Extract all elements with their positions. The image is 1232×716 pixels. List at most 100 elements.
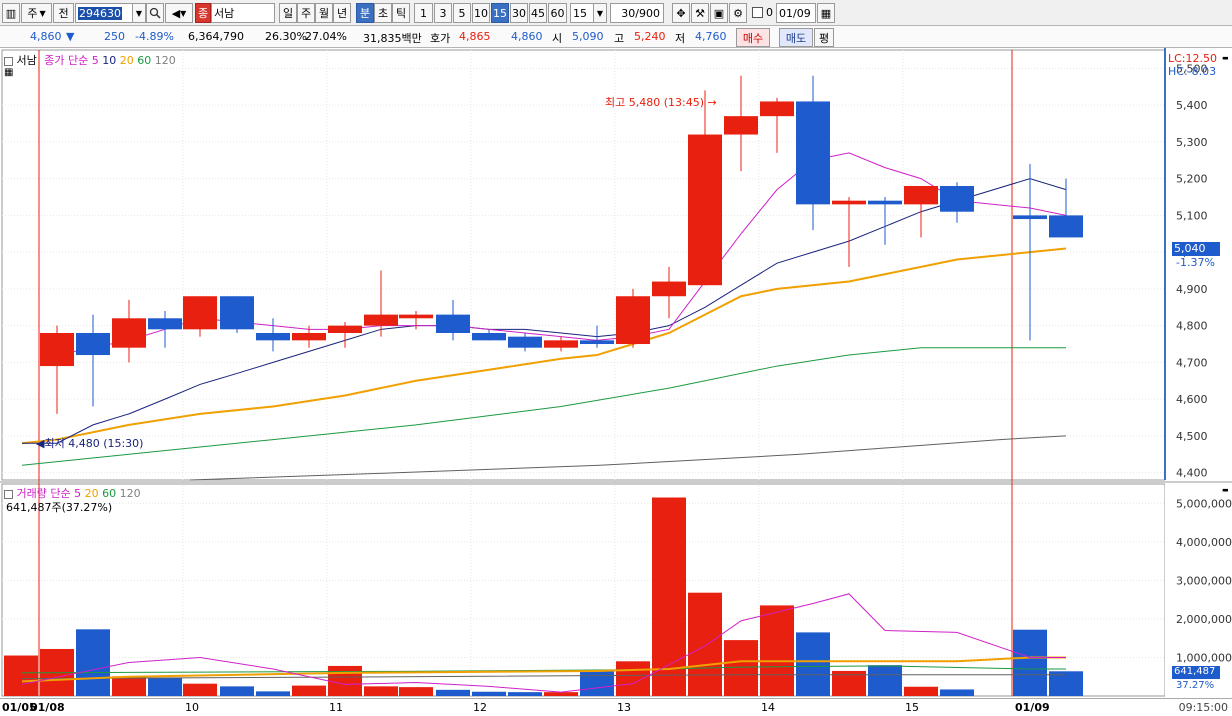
price-tick-4: 4,800 <box>1176 320 1208 333</box>
x-label-6: 14 <box>761 701 775 714</box>
code-dropdown-icon[interactable]: ▼ <box>132 3 146 23</box>
current-price-tag: 5,040 <box>1172 242 1220 256</box>
interval-button-1[interactable]: 1 <box>414 3 433 23</box>
interval-button-60[interactable]: 60 <box>548 3 567 23</box>
crosshair-icon[interactable]: ✥ <box>672 3 690 23</box>
current-pct-tag: -1.37% <box>1176 256 1215 269</box>
stock-label: 서남 <box>16 54 37 67</box>
gear-icon[interactable]: ⚙ <box>729 3 747 23</box>
panel-toggle-icon[interactable] <box>4 56 13 66</box>
price-tick-7: 5,100 <box>1176 209 1208 222</box>
volume-tick-1: 2,000,000 <box>1176 613 1232 626</box>
bid-value: 4,860 <box>511 30 543 43</box>
open-label: 시 <box>552 32 563 45</box>
amount-value: 31,835백만 <box>363 32 422 45</box>
volume-bar-3 <box>112 676 146 696</box>
interval-button-5[interactable]: 5 <box>453 3 471 23</box>
volume-bar-11 <box>399 687 433 696</box>
volume-panel-collapse-icon[interactable]: ▬ <box>1222 486 1230 494</box>
candle-body-17 <box>652 281 686 297</box>
period-button-1[interactable]: 주 <box>297 3 315 23</box>
buy-button[interactable]: 매수 <box>736 28 770 47</box>
interval-dropdown-icon[interactable]: ▼ <box>593 3 607 23</box>
candle-body-23 <box>868 200 902 205</box>
x-label-4: 12 <box>473 701 487 714</box>
interval-button-45[interactable]: 45 <box>529 3 547 23</box>
price-panel-collapse-icon[interactable]: ▬ <box>1222 54 1230 62</box>
period-button-5[interactable]: 초 <box>374 3 392 23</box>
interval-button-10[interactable]: 10 <box>472 3 490 23</box>
candle-body-6 <box>256 332 290 341</box>
candle-body-10 <box>399 314 433 319</box>
candle-body-24 <box>904 185 938 205</box>
price-chart[interactable]: 4,4004,5004,6004,7004,8004,9005,0005,100… <box>0 48 1232 716</box>
ask-value: 4,865 <box>459 30 491 43</box>
calendar-icon[interactable]: ▦ <box>817 3 835 23</box>
sell-button[interactable]: 매도 <box>779 28 813 47</box>
price-tick-0: 4,400 <box>1176 467 1208 480</box>
change-arrow-icon: ▼ <box>66 30 75 43</box>
candle-16 <box>616 288 650 348</box>
price-tick-3: 4,700 <box>1176 356 1208 369</box>
stock-name-field[interactable]: 서남 <box>211 3 275 23</box>
speaker-icon[interactable]: ◀ ▼ <box>165 3 193 23</box>
price-type-button[interactable]: 전 <box>53 3 74 23</box>
volume-info: 641,487주(37.27%) <box>6 501 113 514</box>
volume-bar-22 <box>796 632 830 696</box>
current-price: 4,860 <box>30 30 62 43</box>
save-icon[interactable]: ▣ <box>710 3 728 23</box>
low-annotation: ◀최저 4,480 (15:30) <box>36 437 144 450</box>
period-button-6[interactable]: 틱 <box>392 3 410 23</box>
price-tick-8: 5,200 <box>1176 173 1208 186</box>
low-label: 저 <box>675 32 686 45</box>
volume-bar-7 <box>256 691 290 696</box>
candle-body-19 <box>724 116 758 135</box>
search-icon[interactable] <box>146 3 164 23</box>
candle-body-11 <box>436 314 470 333</box>
volume-bar-25 <box>904 686 938 696</box>
price-tick-5: 4,900 <box>1176 283 1208 296</box>
interval-button-15[interactable]: 15 <box>491 3 509 23</box>
interval-button-30[interactable]: 30 <box>510 3 528 23</box>
interval-select[interactable]: 15 <box>570 3 594 23</box>
stock-code-input[interactable]: 294630 <box>75 3 133 23</box>
price-plot-area <box>1 49 1166 481</box>
period-button-3[interactable]: 년 <box>333 3 351 23</box>
ma-label: 종가 단순 <box>44 54 89 67</box>
ratio-pct: 27.04% <box>305 30 347 43</box>
candle-body-18 <box>688 134 722 286</box>
volume-tick-2: 3,000,000 <box>1176 574 1232 587</box>
change-pct: -4.89% <box>135 30 174 43</box>
count-field[interactable]: 30/900 <box>610 3 664 23</box>
ma-period-60: 60 <box>137 54 152 67</box>
price-tick-1: 4,500 <box>1176 430 1208 443</box>
volume-bar-24 <box>868 665 902 696</box>
checkbox[interactable] <box>752 7 763 18</box>
ask-label: 호가 <box>430 32 451 45</box>
high-annotation: 최고 5,480 (13:45) → <box>605 96 717 109</box>
volume-toggle-icon[interactable] <box>4 489 13 499</box>
evaluate-button[interactable]: 평 <box>814 28 834 47</box>
x-axis: 01/05 01/08 10 11 12 13 14 15 01/09 09:15:00 <box>0 698 1232 716</box>
candle-body-5 <box>220 296 254 330</box>
candle-body-3 <box>148 318 182 330</box>
time-label: 09:15:00 <box>1178 701 1228 714</box>
period-button-2[interactable]: 월 <box>315 3 333 23</box>
candle-body-12 <box>472 332 506 341</box>
ma-period-120: 120 <box>154 54 176 67</box>
date-field[interactable]: 01/09 <box>776 3 816 23</box>
market-select[interactable]: 주 ▼ <box>21 3 52 23</box>
interval-button-3[interactable]: 3 <box>434 3 452 23</box>
volume-bar-6 <box>220 686 254 696</box>
quote-bar: 4,860 ▼ 250 -4.89% 6,364,790 26.30% 27.0… <box>0 26 1232 48</box>
grid-icon[interactable]: ▦ <box>4 67 13 78</box>
open-value: 5,090 <box>572 30 604 43</box>
period-button-0[interactable]: 일 <box>279 3 297 23</box>
layout-icon[interactable]: ▥ <box>2 3 20 23</box>
tool-icon[interactable]: ⚒ <box>691 3 709 23</box>
turnover-pct: 26.30% <box>265 30 307 43</box>
change-value: 250 <box>104 30 125 43</box>
volume-tick-4: 5,000,000 <box>1176 497 1232 510</box>
volume-bar-0 <box>4 655 38 696</box>
period-button-4[interactable]: 분 <box>356 3 374 23</box>
